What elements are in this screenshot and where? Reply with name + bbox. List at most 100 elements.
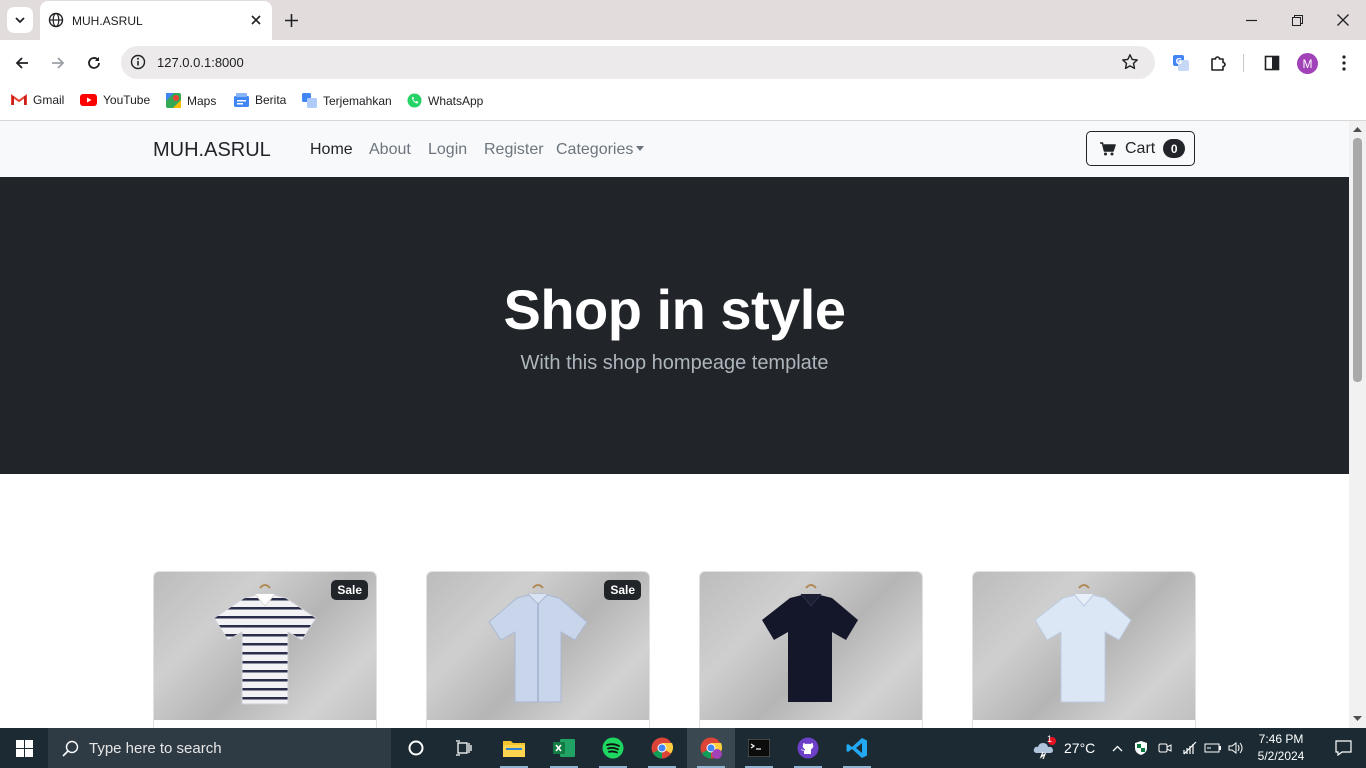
minimize-icon [1245, 19, 1257, 21]
file-explorer-app[interactable] [490, 728, 538, 768]
maps-icon [166, 93, 181, 108]
task-view-button[interactable] [440, 728, 488, 768]
chrome-menu-button[interactable] [1330, 49, 1358, 77]
show-hidden-icons-button[interactable] [1108, 728, 1126, 768]
minimize-button[interactable] [1228, 0, 1274, 40]
windows-taskbar: Type here to search 1 27°C 7:46 PM 5/2/2… [0, 728, 1366, 768]
site-brand[interactable]: MUH.ASRUL [153, 139, 271, 162]
terminal-app[interactable] [735, 728, 783, 768]
product-card[interactable]: Sale [426, 571, 650, 728]
scroll-up-icon[interactable] [1353, 126, 1362, 132]
clock-time: 7:46 PM [1258, 732, 1304, 746]
nav-categories-label: Categories [556, 141, 634, 158]
spotify-app[interactable] [589, 728, 637, 768]
bookmark-whatsapp[interactable]: WhatsApp [407, 93, 483, 108]
arrow-right-icon [52, 57, 65, 69]
close-window-button[interactable] [1320, 0, 1366, 40]
nav-register[interactable]: Register [484, 141, 544, 159]
cart-icon [1100, 141, 1116, 155]
plus-icon [284, 13, 298, 27]
excel-app[interactable] [540, 728, 588, 768]
light-blue-polo-shirt-image [1034, 584, 1132, 703]
cortana-button[interactable] [392, 728, 440, 768]
profile-avatar[interactable]: M [1297, 53, 1318, 74]
product-card[interactable] [972, 571, 1196, 728]
product-image: Sale [427, 572, 649, 720]
network-tray-icon[interactable] [1180, 728, 1200, 768]
sale-badge: Sale [331, 580, 368, 600]
kebab-menu-icon [1342, 55, 1346, 71]
bookmark-label: Berita [255, 93, 287, 107]
weather-temperature: 27°C [1064, 740, 1096, 756]
caret-down-icon [636, 146, 645, 152]
address-bar[interactable]: 127.0.0.1:8000 [121, 46, 1155, 79]
cart-button[interactable]: Cart 0 [1086, 131, 1195, 166]
taskbar-search[interactable]: Type here to search [48, 728, 391, 768]
chrome-app[interactable] [638, 728, 686, 768]
hero-section: Shop in style With this shop hompeage te… [0, 177, 1349, 474]
bookmark-label: YouTube [103, 93, 151, 107]
bookmark-terjemahkan[interactable]: Terjemahkan [302, 93, 392, 108]
shield-icon [1135, 741, 1147, 755]
taskbar-clock[interactable]: 7:46 PM 5/2/2024 [1242, 731, 1320, 765]
tab-title: MUH.ASRUL [72, 14, 143, 28]
page-scrollbar[interactable] [1349, 121, 1366, 728]
back-button[interactable] [8, 49, 36, 77]
bookmarks-bar: Gmail YouTube Maps Berita Terjemahkan Wh… [0, 85, 1366, 121]
gmail-icon [11, 94, 27, 105]
reload-icon [88, 57, 100, 69]
nav-categories-dropdown[interactable]: Categories [556, 141, 645, 159]
side-panel-button[interactable] [1258, 49, 1286, 77]
chrome-icon [700, 737, 722, 759]
notification-center-button[interactable] [1320, 728, 1366, 768]
arrow-left-icon [15, 57, 28, 69]
new-tab-button[interactable] [281, 10, 301, 30]
reload-button[interactable] [80, 49, 108, 77]
windows-logo-icon [15, 739, 33, 757]
restore-button[interactable] [1274, 0, 1320, 40]
web-page: MUH.ASRUL Home About Login Register Cate… [0, 121, 1349, 728]
bookmark-label: Terjemahkan [323, 93, 392, 108]
bookmark-berita[interactable]: Berita [234, 93, 286, 107]
terminal-icon [748, 739, 770, 757]
extensions-button[interactable] [1204, 49, 1232, 77]
scroll-down-icon[interactable] [1353, 716, 1362, 722]
github-desktop-app[interactable] [784, 728, 832, 768]
site-info-button[interactable] [128, 52, 148, 72]
weather-notification-count: 1 [1047, 734, 1053, 744]
google-translate-button[interactable]: G [1167, 49, 1195, 77]
tab-search-button[interactable] [7, 7, 33, 33]
forward-button[interactable] [44, 49, 72, 77]
scrollbar-thumb[interactable] [1353, 138, 1362, 382]
bookmark-maps[interactable]: Maps [166, 93, 216, 108]
sale-badge: Sale [604, 580, 641, 600]
vscode-app[interactable] [833, 728, 881, 768]
weather-widget[interactable]: 1 [1030, 728, 1060, 768]
nav-home[interactable]: Home [310, 141, 353, 159]
product-image [700, 572, 922, 720]
cart-count-badge: 0 [1163, 139, 1186, 158]
whatsapp-icon [407, 93, 422, 108]
bookmark-star-button[interactable] [1121, 53, 1139, 71]
bookmark-gmail[interactable]: Gmail [11, 93, 64, 107]
url-text[interactable]: 127.0.0.1:8000 [157, 55, 244, 70]
nav-about[interactable]: About [369, 141, 411, 159]
product-card[interactable]: Sale [153, 571, 377, 728]
bookmark-youtube[interactable]: YouTube [80, 93, 150, 107]
security-tray-icon[interactable] [1131, 728, 1151, 768]
excel-icon [553, 739, 575, 757]
browser-tab[interactable]: MUH.ASRUL [40, 1, 272, 40]
button-shirt-image [488, 584, 588, 703]
folder-icon [503, 741, 525, 757]
svg-text:G: G [1176, 57, 1183, 66]
news-icon [234, 93, 249, 107]
tab-close-button[interactable] [248, 12, 264, 28]
nav-login[interactable]: Login [428, 141, 467, 159]
spotify-icon [602, 737, 624, 759]
globe-icon [48, 12, 64, 28]
start-button[interactable] [0, 728, 48, 768]
product-card[interactable] [699, 571, 923, 728]
battery-tray-icon[interactable] [1203, 728, 1223, 768]
chrome-profile-app[interactable] [687, 728, 735, 768]
meet-now-tray-icon[interactable] [1156, 728, 1174, 768]
